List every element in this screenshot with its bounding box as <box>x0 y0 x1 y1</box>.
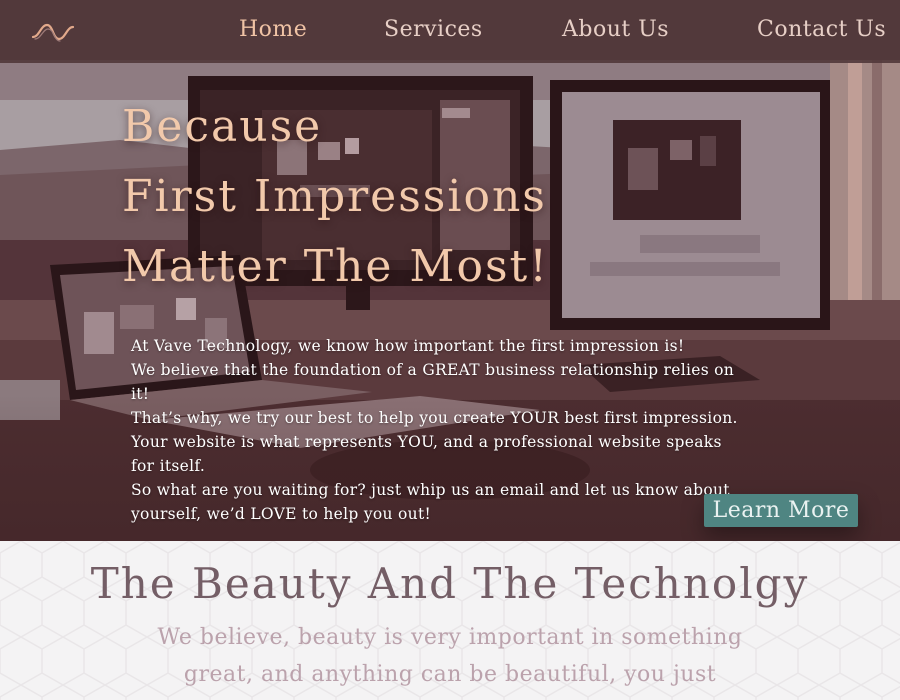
wave-logo-icon[interactable] <box>31 17 75 47</box>
section-text: We believe, beauty is very important in … <box>140 619 760 693</box>
top-navbar: Home Services About Us Contact Us <box>0 0 900 63</box>
headline-line-1: Because <box>122 101 323 152</box>
intro-line-3: That’s why, we try our best to help you … <box>131 409 738 427</box>
intro-line-2: We believe that the foundation of a GREA… <box>131 361 735 403</box>
headline-line-3: Matter The Most! <box>122 241 549 292</box>
hero-section: Because First Impressions Matter The Mos… <box>0 0 900 541</box>
nav-home[interactable]: Home <box>239 17 307 42</box>
intro-line-1: At Vave Technology, we know how importan… <box>131 337 685 355</box>
nav-about-us[interactable]: About Us <box>562 17 669 42</box>
learn-more-button[interactable]: Learn More <box>704 494 858 527</box>
nav-contact-us[interactable]: Contact Us <box>757 17 886 42</box>
beauty-tech-section: The Beauty And The Technolgy We believe,… <box>0 541 900 700</box>
nav-services[interactable]: Services <box>384 17 483 42</box>
intro-line-4: Your website is what represents YOU, and… <box>131 433 722 475</box>
intro-line-5: So what are you waiting for? just whip u… <box>131 481 730 523</box>
section-text-line-1: We believe, beauty is very important in … <box>157 625 743 650</box>
hero-intro-text: At Vave Technology, we know how importan… <box>131 334 741 526</box>
section-text-line-2: great, and anything can be beautiful, yo… <box>183 662 717 687</box>
hero-headline: Because First Impressions Matter The Mos… <box>122 92 762 302</box>
section-title: The Beauty And The Technolgy <box>90 559 810 608</box>
headline-line-2: First Impressions <box>122 171 547 222</box>
